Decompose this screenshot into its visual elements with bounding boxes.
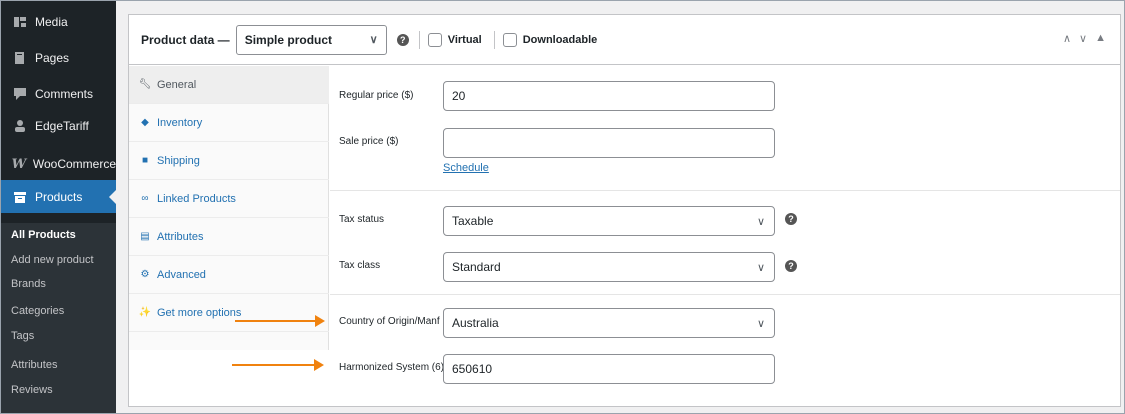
submenu-brands[interactable]: Brands [11, 278, 46, 290]
country-origin-label: Country of Origin/Manf [339, 316, 440, 327]
header-divider [418, 30, 420, 49]
list-icon: ▤ [140, 231, 150, 242]
menu-item-products[interactable]: Products [1, 180, 117, 213]
chevron-down-icon: ∨ [756, 215, 765, 228]
product-data-tabs: 🔧︎ General ◆ Inventory ■ Shipping ∞ Link… [129, 66, 329, 406]
tab-get-more-options[interactable]: ✨ Get more options [129, 294, 329, 332]
active-indicator [109, 188, 117, 205]
menu-label: EdgeTariff [35, 119, 89, 133]
header-divider [493, 30, 495, 49]
fields-divider [330, 294, 1120, 295]
submenu-reviews[interactable]: Reviews [11, 384, 53, 396]
regular-price-label: Regular price ($) [339, 90, 414, 101]
annotation-arrow [235, 315, 325, 327]
product-data-panel: Product data — Simple product ∨ ? Virtua… [128, 14, 1121, 407]
admin-sidebar: Media Pages Comments EdgeTariff W WooCom… [1, 1, 117, 413]
virtual-checkbox[interactable]: Virtual [427, 32, 482, 47]
country-origin-select[interactable]: Australia ∨ [443, 308, 775, 338]
woocommerce-icon: W [11, 156, 27, 172]
menu-item-pages[interactable]: Pages [1, 43, 116, 73]
tab-label: Attributes [157, 230, 204, 243]
virtual-label: Virtual [447, 33, 482, 46]
tab-label: Shipping [157, 154, 200, 167]
tax-class-label: Tax class [339, 260, 381, 271]
menu-label: Media [35, 15, 68, 29]
tabs-filler [129, 350, 329, 406]
annotation-arrow [232, 359, 324, 371]
menu-item-woocommerce[interactable]: W WooCommerce [1, 149, 116, 179]
plugin-icon: ✨ [138, 307, 152, 318]
tag-icon: ◆ [141, 117, 149, 128]
tab-general[interactable]: 🔧︎ General [129, 66, 329, 104]
panel-controls: ∧ ∨ ▲ [1063, 32, 1106, 45]
menu-item-comments[interactable]: Comments [1, 79, 116, 109]
tab-advanced[interactable]: ⚙ Advanced [129, 256, 329, 294]
help-icon[interactable]: ? [785, 213, 797, 225]
archive-icon [11, 189, 29, 205]
menu-item-media[interactable]: Media [1, 7, 116, 37]
menu-item-edgetariff[interactable]: EdgeTariff [1, 111, 116, 141]
chevron-down-icon: ∨ [756, 317, 765, 330]
comments-icon [11, 86, 29, 102]
downloadable-checkbox[interactable]: Downloadable [502, 32, 598, 47]
chevron-down-icon: ∨ [756, 261, 765, 274]
checkbox-box[interactable] [502, 32, 517, 47]
link-icon: ∞ [141, 193, 149, 204]
move-down-icon[interactable]: ∨ [1079, 32, 1087, 45]
tax-class-select[interactable]: Standard ∨ [443, 252, 775, 282]
harmonized-system-input[interactable]: 650610 [443, 354, 775, 384]
schedule-link[interactable]: Schedule [443, 162, 489, 174]
pages-icon [11, 50, 29, 66]
truck-icon: ■ [141, 155, 149, 166]
products-submenu: All Products Add new product Brands Cate… [1, 223, 116, 413]
menu-label: WooCommerce [32, 157, 116, 171]
product-type-select[interactable]: Simple product ∨ [235, 24, 387, 55]
menu-label: Products [35, 189, 83, 204]
submenu-all-products[interactable]: All Products [11, 229, 76, 241]
regular-price-input[interactable]: 20 [443, 81, 775, 111]
tab-label: Inventory [157, 116, 203, 129]
tab-shipping[interactable]: ■ Shipping [129, 142, 329, 180]
country-origin-value: Australia [452, 316, 499, 330]
submenu-add-new-product[interactable]: Add new product [11, 254, 94, 266]
submenu-attributes[interactable]: Attributes [11, 359, 57, 371]
move-up-icon[interactable]: ∧ [1063, 32, 1071, 45]
help-icon[interactable]: ? [785, 260, 797, 272]
user-icon [11, 118, 29, 134]
help-icon[interactable]: ? [396, 33, 409, 46]
harmonized-system-value: 650610 [452, 362, 493, 376]
chevron-down-icon: ∨ [369, 34, 378, 46]
gear-icon: ⚙ [140, 269, 150, 280]
panel-header: Product data — Simple product ∨ ? Virtua… [129, 15, 1120, 65]
tab-inventory[interactable]: ◆ Inventory [129, 104, 329, 142]
product-type-value: Simple product [244, 32, 333, 47]
harmonized-system-label: Harmonized System (6) [339, 362, 445, 373]
wrench-icon: 🔧︎ [138, 79, 152, 90]
media-icon [11, 14, 29, 30]
panel-title: Product data — [141, 32, 230, 47]
tab-attributes[interactable]: ▤ Attributes [129, 218, 329, 256]
sale-price-input[interactable] [443, 128, 775, 158]
general-fields: Regular price ($) 20 Sale price ($) Sche… [330, 66, 1120, 406]
tax-status-select[interactable]: Taxable ∨ [443, 206, 775, 236]
tab-label: Get more options [157, 306, 242, 319]
tax-class-value: Standard [452, 260, 501, 274]
menu-label: Pages [35, 51, 70, 65]
sale-price-label: Sale price ($) [339, 136, 399, 147]
submenu-categories[interactable]: Categories [11, 305, 64, 317]
collapse-toggle-icon[interactable]: ▲ [1095, 32, 1106, 45]
checkbox-box[interactable] [427, 32, 442, 47]
tab-linked-products[interactable]: ∞ Linked Products [129, 180, 329, 218]
tab-label: Linked Products [157, 192, 236, 205]
menu-label: Comments [35, 87, 94, 101]
regular-price-value: 20 [452, 89, 466, 103]
tax-status-label: Tax status [339, 214, 385, 225]
tab-label: Advanced [157, 268, 206, 281]
tax-status-value: Taxable [452, 214, 494, 228]
fields-divider [330, 190, 1120, 191]
downloadable-label: Downloadable [522, 33, 598, 46]
tab-label: General [157, 78, 197, 91]
submenu-tags[interactable]: Tags [11, 330, 34, 342]
